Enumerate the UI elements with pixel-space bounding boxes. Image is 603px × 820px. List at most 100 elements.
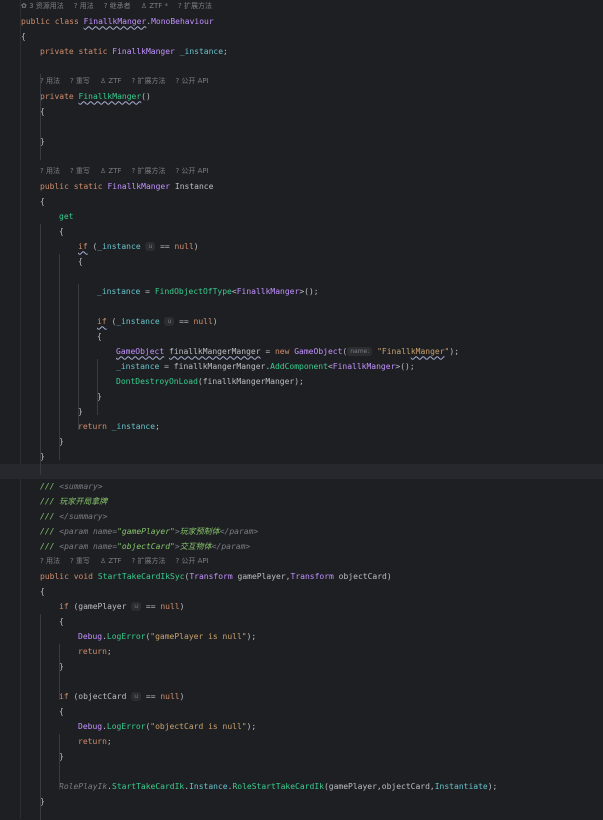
code-line[interactable]: GameObject finallkMangerManger = new Gam… [0, 344, 603, 359]
code-line[interactable]: DontDestroyOnLoad(finallkMangerManger); [0, 374, 603, 389]
code-vision-item[interactable]: ? 扩展方法 [132, 167, 166, 175]
code-line[interactable]: Debug.LogError("objectCard is null"); [0, 719, 603, 734]
code-line[interactable]: } [0, 659, 603, 674]
code-line[interactable] [0, 59, 603, 74]
code-vision-item[interactable]: ? 公开 API [175, 557, 208, 565]
code-vision-item[interactable]: ? 公开 API [175, 77, 208, 85]
code-token: </summary> [59, 511, 108, 521]
code-line[interactable]: public static FinallkManger Instance [0, 179, 603, 194]
code-line[interactable]: { [0, 194, 603, 209]
code-vision-item[interactable]: ♙ ZTF [100, 167, 122, 175]
code-token: Transform [290, 571, 339, 581]
code-line[interactable] [0, 269, 603, 284]
code-token: RoleStartTakeCardIk [232, 781, 324, 791]
code-vision-item[interactable]: ? 扩展方法 [132, 77, 166, 85]
code-line[interactable]: { [0, 224, 603, 239]
code-token: if [78, 241, 88, 251]
code-vision-item[interactable]: ? 重写 [70, 167, 90, 175]
code-vision-item[interactable]: ? 扩展方法 [132, 557, 166, 565]
code-vision-item[interactable]: ♙ ZTF * [141, 2, 168, 10]
code-token: /// [40, 511, 60, 521]
code-token: ( [106, 316, 117, 326]
code-line[interactable]: if (objectCard u == null) [0, 689, 603, 704]
code-line[interactable]: /// </summary> [0, 509, 603, 524]
code-line[interactable] [0, 119, 603, 134]
code-line[interactable]: } [0, 389, 603, 404]
code-line[interactable]: Debug.LogError("gamePlayer is null"); [0, 629, 603, 644]
code-line[interactable]: { [0, 704, 603, 719]
code-line[interactable]: } [0, 434, 603, 449]
code-vision-item[interactable]: ? 用法 [40, 77, 60, 85]
code-token: new [274, 346, 295, 356]
code-vision-item[interactable]: ? 用法 [74, 2, 94, 10]
code-token: "gamePlayer" [117, 526, 175, 536]
code-line[interactable]: public void StartTakeCardIkSyc(Transform… [0, 569, 603, 584]
code-token: == [174, 316, 194, 326]
code-line[interactable] [0, 764, 603, 779]
code-line[interactable]: { [0, 104, 603, 119]
code-line[interactable]: /// <param name="gamePlayer">玩家预制体</para… [0, 524, 603, 539]
code-vision-item[interactable]: ♙ ZTF [100, 557, 122, 565]
code-vision-item[interactable]: ? 继承者 [104, 2, 131, 10]
code-line[interactable]: public class FinallkManger.MonoBehaviour [0, 14, 603, 29]
code-line[interactable]: return; [0, 734, 603, 749]
code-line[interactable] [0, 149, 603, 164]
code-line[interactable]: { [0, 614, 603, 629]
code-token: ); [246, 631, 257, 641]
code-line[interactable]: /// <summary> [0, 479, 603, 494]
code-line[interactable]: if (_instance u == null) [0, 314, 603, 329]
code-line[interactable]: { [0, 254, 603, 269]
code-line[interactable] [0, 674, 603, 689]
code-line[interactable]: { [0, 584, 603, 599]
code-line[interactable]: } [0, 404, 603, 419]
indent-guide [97, 358, 98, 415]
code-token: ) [179, 601, 185, 611]
code-token: StartTakeCardIk [112, 781, 185, 791]
code-line[interactable]: if (_instance u == null) [0, 239, 603, 254]
code-token: ) [179, 691, 185, 701]
code-vision-item[interactable]: ✿ 3 资源用法 [21, 2, 64, 10]
code-token: DontDestroyOnLoad [116, 376, 198, 386]
code-vision-item[interactable]: ? 重写 [70, 77, 90, 85]
code-vision-item[interactable]: ? 公开 API [175, 167, 208, 175]
code-line[interactable] [0, 299, 603, 314]
code-line[interactable]: } [0, 449, 603, 464]
code-token: { [40, 586, 45, 596]
code-token: FinallkManger [78, 91, 142, 101]
code-line[interactable]: private FinallkManger() [0, 89, 603, 104]
code-vision-item[interactable]: ? 用法 [40, 167, 60, 175]
code-token: finallkMangerManger [169, 346, 261, 356]
code-token: { [40, 196, 45, 206]
code-vision-item[interactable]: ♙ ZTF [100, 77, 122, 85]
code-line[interactable]: _instance = FindObjectOfType<FinallkMang… [0, 284, 603, 299]
code-token: GameObject [116, 346, 165, 356]
code-line[interactable]: /// 玩家开局拿牌 [0, 494, 603, 509]
code-token: /// [40, 526, 60, 536]
code-token: == [141, 601, 161, 611]
code-line[interactable] [0, 463, 603, 479]
code-line[interactable]: { [0, 29, 603, 44]
code-line[interactable]: } [0, 749, 603, 764]
code-line[interactable]: /// <param name="objectCard">交互物体</param… [0, 539, 603, 554]
code-token: _instance [116, 316, 165, 326]
code-line[interactable]: { [0, 329, 603, 344]
code-line[interactable]: } [0, 134, 603, 149]
code-vision-item[interactable]: ? 扩展方法 [178, 2, 212, 10]
code-line[interactable]: } [0, 794, 603, 809]
indent-guide [59, 643, 60, 700]
code-line[interactable]: private static FinallkManger _instance; [0, 44, 603, 59]
code-vision-item[interactable]: ? 重写 [70, 557, 90, 565]
code-vision-item[interactable]: ? 用法 [40, 557, 60, 565]
code-line[interactable]: RolePlayIk.StartTakeCardIk.Instance.Role… [0, 779, 603, 794]
code-token: { [78, 256, 83, 266]
code-token: "objectCard" [117, 541, 175, 551]
code-token: ) [212, 316, 218, 326]
code-line[interactable]: if (gamePlayer u == null) [0, 599, 603, 614]
code-line[interactable]: return; [0, 644, 603, 659]
code-line[interactable]: _instance = finallkMangerManger.AddCompo… [0, 359, 603, 374]
code-line[interactable]: get [0, 209, 603, 224]
code-token: (gamePlayer [68, 601, 132, 611]
code-token: (objectCard [68, 691, 132, 701]
indent-guide [78, 283, 79, 430]
code-line[interactable]: return _instance; [0, 419, 603, 434]
